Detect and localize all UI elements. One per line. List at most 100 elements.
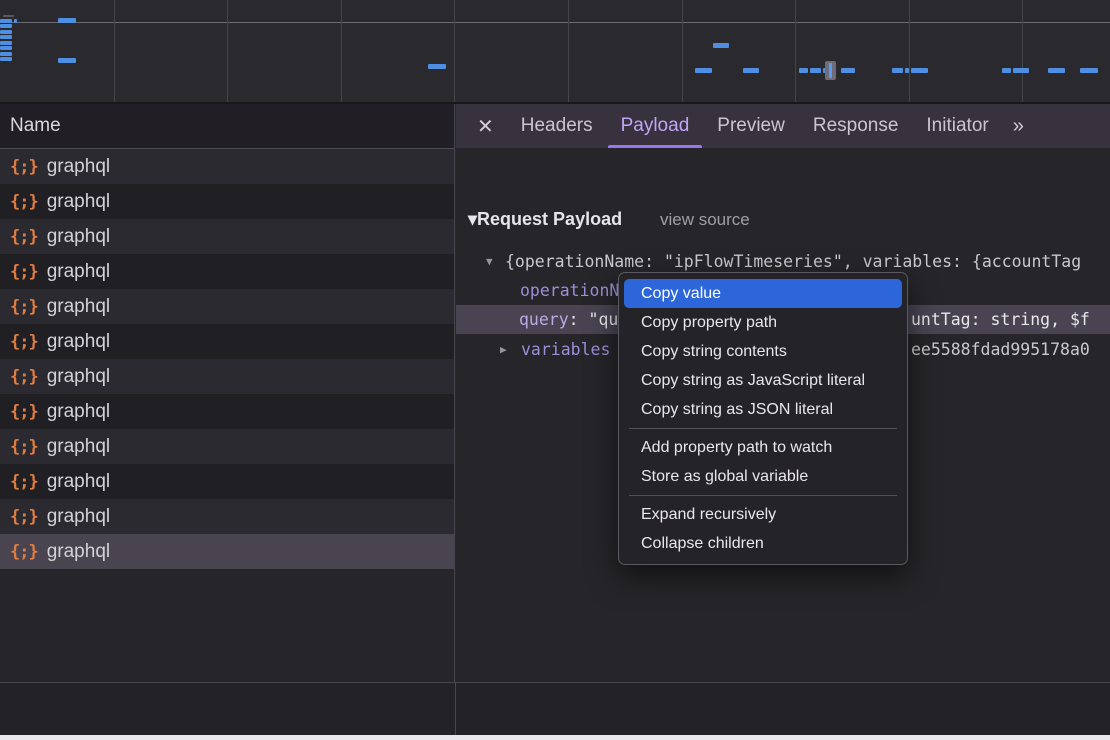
waterfall-bar xyxy=(713,43,729,48)
waterfall-bar xyxy=(892,68,903,73)
request-row[interactable]: {;} graphql xyxy=(0,359,454,394)
waterfall-bar xyxy=(0,57,12,61)
page-background-strip xyxy=(0,735,1110,740)
waterfall-bar xyxy=(695,68,712,73)
gridline xyxy=(227,0,228,102)
gridline xyxy=(909,0,910,102)
request-name-label: graphql xyxy=(47,226,110,248)
request-row[interactable]: {;} graphql xyxy=(0,149,454,184)
request-row[interactable]: {;} graphql xyxy=(0,254,454,289)
gridline xyxy=(341,0,342,102)
json-file-icon: {;} xyxy=(10,297,38,317)
summary-bar xyxy=(0,682,1110,735)
waterfall-bar xyxy=(0,24,12,28)
context-menu-item-copy-property-path[interactable]: Copy property path xyxy=(619,308,907,337)
variables-value-right-fragment: ee5588fdad995178a0 xyxy=(911,335,1090,364)
context-menu-item-copy-string-contents[interactable]: Copy string contents xyxy=(619,337,907,366)
context-menu-item-copy-string-as-javascript-literal[interactable]: Copy string as JavaScript literal xyxy=(619,366,907,395)
requests-panel: Name {;}graphql{;}graphql{;}graphql{;}gr… xyxy=(0,104,455,682)
query-value-right-fragment: untTag: string, $f xyxy=(911,305,1090,334)
name-column-header[interactable]: Name xyxy=(0,104,454,149)
waterfall-bar xyxy=(905,68,909,73)
overview-waterfall[interactable] xyxy=(0,0,1110,104)
request-row[interactable]: {;} graphql xyxy=(0,324,454,359)
context-menu-item-expand-recursively[interactable]: Expand recursively xyxy=(619,500,907,529)
request-row[interactable]: {;} graphql xyxy=(0,289,454,324)
triangle-down-icon[interactable]: ▼ xyxy=(486,247,493,276)
detail-tab-bar: ✕ HeadersPayloadPreviewResponseInitiator… xyxy=(456,104,1110,148)
tab-response[interactable]: Response xyxy=(799,104,913,148)
request-name-label: graphql xyxy=(47,296,110,318)
devtools-network-panel: Name {;}graphql{;}graphql{;}graphql{;}gr… xyxy=(0,0,1110,740)
json-file-icon: {;} xyxy=(10,192,38,212)
request-name-label: graphql xyxy=(47,506,110,528)
tab-headers[interactable]: Headers xyxy=(507,104,607,148)
waterfall-bar xyxy=(14,19,17,23)
context-menu-item-store-as-global-variable[interactable]: Store as global variable xyxy=(619,462,907,491)
waterfall-bar xyxy=(58,58,76,63)
more-tabs-button[interactable]: » xyxy=(1003,104,1032,148)
context-menu-item-add-property-path-to-watch[interactable]: Add property path to watch xyxy=(619,433,907,462)
json-file-icon: {;} xyxy=(10,507,38,527)
request-row[interactable]: {;} graphql xyxy=(0,394,454,429)
request-name-label: graphql xyxy=(47,156,110,178)
request-row[interactable]: {;} graphql xyxy=(0,534,454,569)
request-row[interactable]: {;} graphql xyxy=(0,499,454,534)
context-menu-item-copy-string-as-json-literal[interactable]: Copy string as JSON literal xyxy=(619,395,907,424)
waterfall-bar xyxy=(0,46,12,50)
waterfall-bar xyxy=(810,68,821,73)
panel-divider xyxy=(455,683,456,735)
waterfall-selected-marker xyxy=(825,61,836,80)
property-key: query xyxy=(519,310,569,329)
waterfall-bar xyxy=(58,18,76,23)
gridline xyxy=(114,0,115,102)
context-menu: Copy valueCopy property pathCopy string … xyxy=(618,272,908,565)
context-menu-item-copy-value[interactable]: Copy value xyxy=(624,279,902,308)
waterfall-bar xyxy=(841,68,855,73)
request-name-label: graphql xyxy=(47,541,110,563)
waterfall-marker-bar xyxy=(829,63,832,78)
name-column-label: Name xyxy=(10,115,61,137)
view-source-link[interactable]: view source xyxy=(660,210,750,230)
request-name-label: graphql xyxy=(47,261,110,283)
json-file-icon: {;} xyxy=(10,367,38,387)
overview-divider-line xyxy=(0,22,1110,23)
triangle-right-icon[interactable]: ▶ xyxy=(500,335,507,364)
json-file-icon: {;} xyxy=(10,542,38,562)
chevron-double-right-icon: » xyxy=(1013,115,1022,138)
tab-payload[interactable]: Payload xyxy=(607,104,704,148)
waterfall-bar xyxy=(0,19,12,23)
json-file-icon: {;} xyxy=(10,332,38,352)
json-file-icon: {;} xyxy=(10,472,38,492)
request-name-label: graphql xyxy=(47,366,110,388)
request-row[interactable]: {;}graphql xyxy=(0,184,454,219)
waterfall-bar xyxy=(1048,68,1065,73)
request-list: {;} graphql {;} graphql {;} graphql {;} graphql… xyxy=(0,149,454,569)
gridline xyxy=(1022,0,1023,102)
json-file-icon: {;} xyxy=(10,262,38,282)
query-value-left-fragment: "qu xyxy=(589,310,619,329)
waterfall-bar xyxy=(0,30,12,34)
json-file-icon: {;} xyxy=(10,157,38,177)
request-name-label: graphql xyxy=(47,401,110,423)
request-name-label: graphql xyxy=(47,331,110,353)
request-payload-header[interactable]: ▾Request Payload xyxy=(468,209,622,230)
request-row[interactable]: {;}graphql xyxy=(0,429,454,464)
request-row[interactable]: {;}graphql xyxy=(0,219,454,254)
json-file-icon: {;} xyxy=(10,402,38,422)
tab-preview[interactable]: Preview xyxy=(703,104,799,148)
close-button[interactable]: ✕ xyxy=(456,104,507,148)
waterfall-bar xyxy=(911,68,928,73)
waterfall-bar xyxy=(3,15,14,17)
menu-separator xyxy=(629,495,897,496)
json-file-icon: {;} xyxy=(10,437,38,457)
tab-initiator[interactable]: Initiator xyxy=(912,104,1002,148)
menu-separator xyxy=(629,428,897,429)
waterfall-bar xyxy=(1013,68,1029,73)
waterfall-bar xyxy=(1002,68,1011,73)
gridline xyxy=(795,0,796,102)
context-menu-item-collapse-children[interactable]: Collapse children xyxy=(619,529,907,558)
request-row[interactable]: {;}graphql xyxy=(0,464,454,499)
waterfall-bar xyxy=(428,64,446,69)
waterfall-bar xyxy=(0,41,12,45)
